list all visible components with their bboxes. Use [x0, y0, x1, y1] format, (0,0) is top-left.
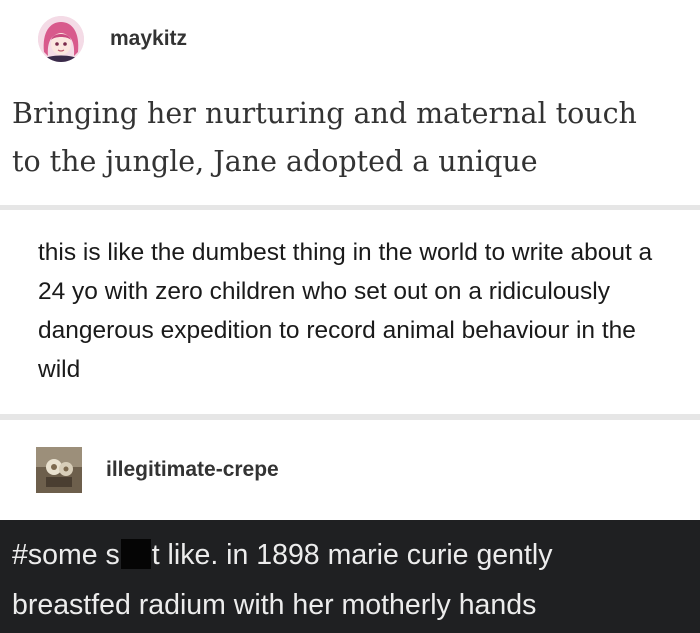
illegitimate-crepe-avatar[interactable]	[36, 447, 82, 493]
reblog-header	[0, 420, 700, 520]
quoted-article-text: Bringing her nurturing and maternal touc…	[12, 90, 692, 186]
reblog-comment-text: this is like the dumbest thing in the wo…	[38, 239, 653, 383]
maykitz-avatar[interactable]	[38, 16, 84, 62]
censor-bar	[120, 539, 151, 569]
tags-line-2: breastfed radium with her motherly hands	[12, 589, 537, 621]
tags-text: #some s t like. in 1898 marie curie gentl…	[12, 530, 700, 630]
original-post: maykitz Bringing her nurturing and mater…	[0, 0, 700, 205]
quote-line-1: Bringing her nurturing and maternal touc…	[12, 97, 637, 130]
quote-line-2: to the jungle, Jane adopted a unique	[12, 145, 538, 178]
tags-line-1: #some s t like. in 1898 marie curie gentl…	[12, 530, 700, 580]
tags-line-1-end: t like. in 1898 marie curie gently	[151, 539, 553, 571]
photo-avatar-icon	[36, 447, 82, 493]
reblog-author-username[interactable]: illegitimate-crepe	[106, 458, 279, 482]
tumblr-post-screenshot: maykitz Bringing her nurturing and mater…	[0, 0, 700, 633]
tags-line-1-start: #some s	[12, 539, 120, 571]
post-author-username[interactable]: maykitz	[110, 27, 187, 51]
anime-girl-avatar-icon	[38, 16, 84, 62]
